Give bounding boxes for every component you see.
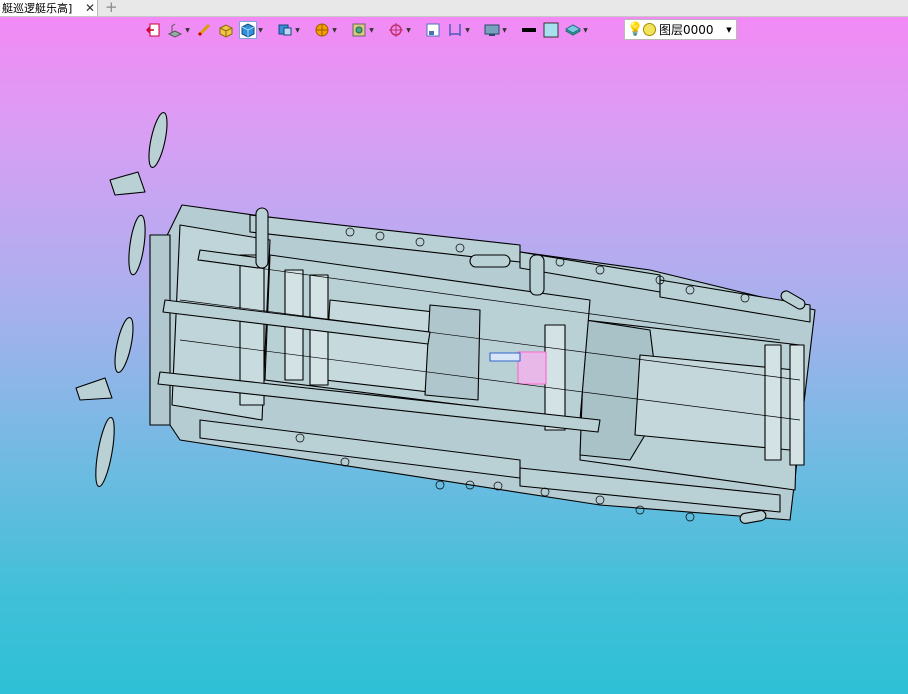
section-view-dropdown-icon[interactable]: ▼ <box>331 21 338 39</box>
layer-name: 图层0000 <box>659 23 714 37</box>
exit-sketch-icon[interactable] <box>144 21 162 39</box>
layer-manager-dropdown-icon[interactable]: ▼ <box>582 21 589 39</box>
boat-model[interactable] <box>0 0 908 694</box>
render-mode-dropdown-icon[interactable]: ▼ <box>294 21 301 39</box>
layer-color-dot-icon <box>643 23 656 36</box>
dimension-icon[interactable] <box>446 21 464 39</box>
shaded-render-icon[interactable] <box>239 21 257 39</box>
fill-color-icon[interactable] <box>542 21 560 39</box>
frame-icon[interactable] <box>424 21 442 39</box>
view-orient-icon[interactable] <box>166 21 184 39</box>
display-settings-dropdown-icon[interactable]: ▼ <box>501 21 508 39</box>
dimension-dropdown-icon[interactable]: ▼ <box>464 21 471 39</box>
line-color-icon[interactable] <box>520 21 538 39</box>
show-hide-icon[interactable] <box>350 21 368 39</box>
show-hide-dropdown-icon[interactable]: ▼ <box>368 21 375 39</box>
layer-visibility-bulb-icon[interactable]: 💡 <box>627 22 643 37</box>
snap-center-icon[interactable] <box>387 21 405 39</box>
layer-select[interactable]: 💡 图层0000 ▼ <box>624 19 737 40</box>
box-render-icon[interactable] <box>217 21 235 39</box>
layer-dropdown-icon[interactable]: ▼ <box>722 26 736 34</box>
layer-manager-icon[interactable] <box>564 21 582 39</box>
section-view-icon[interactable] <box>313 21 331 39</box>
view-toolbar: ▼ ▼ ▼ ▼ ▼ ▼ ▼ ▼ ▼ <box>143 19 590 41</box>
snap-center-dropdown-icon[interactable]: ▼ <box>405 21 412 39</box>
render-mode-icon[interactable] <box>276 21 294 39</box>
view-orient-dropdown-icon[interactable]: ▼ <box>184 21 191 39</box>
display-settings-icon[interactable] <box>483 21 501 39</box>
measure-icon[interactable] <box>195 21 213 39</box>
shaded-render-dropdown-icon[interactable]: ▼ <box>257 21 264 39</box>
